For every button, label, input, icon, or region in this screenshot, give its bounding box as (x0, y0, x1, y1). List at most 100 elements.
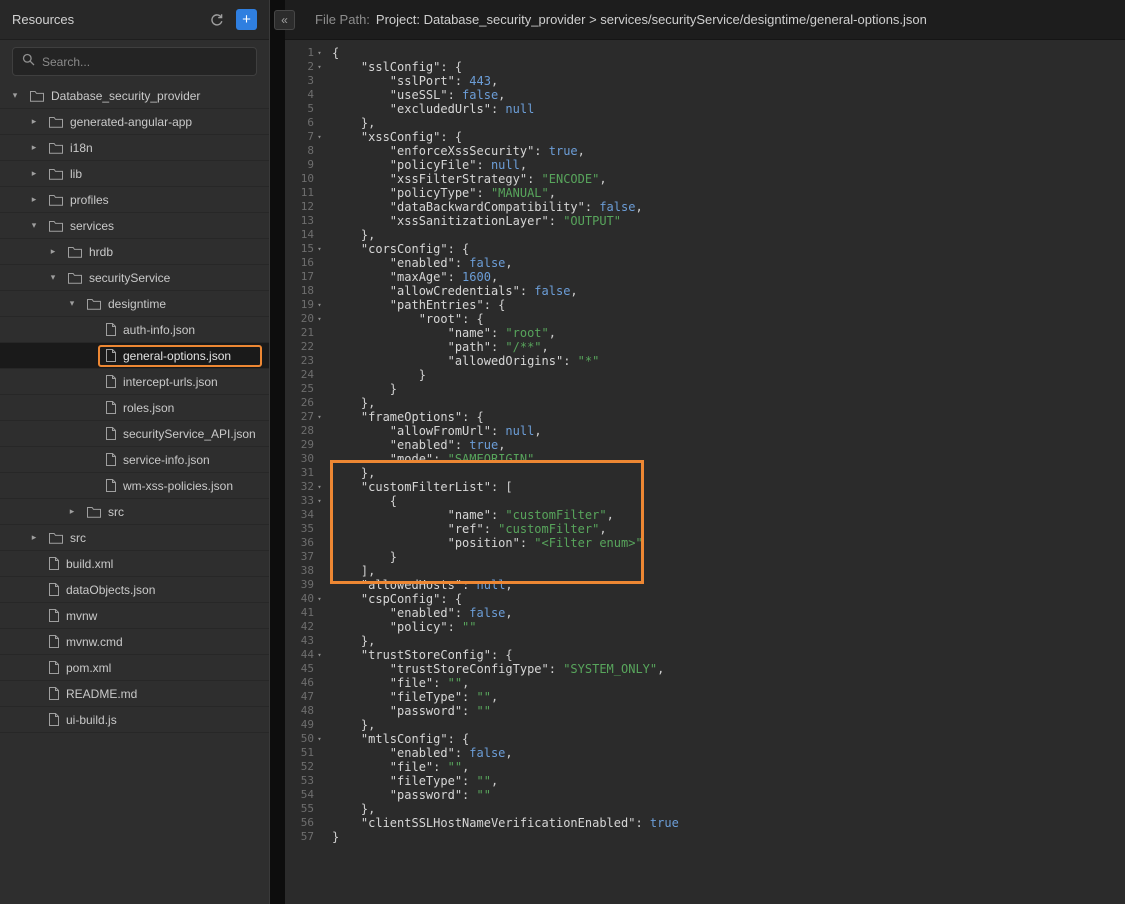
code-line[interactable]: }, (332, 718, 1125, 732)
code-line[interactable]: }, (332, 396, 1125, 410)
fold-toggle-icon[interactable]: ▾ (314, 410, 325, 424)
code-line[interactable]: "enabled": false, (332, 256, 1125, 270)
tree-file-intercept-urls-json[interactable]: intercept-urls.json (0, 369, 269, 395)
code-line[interactable]: "xssFilterStrategy": "ENCODE", (332, 172, 1125, 186)
code-line[interactable]: "sslPort": 443, (332, 74, 1125, 88)
code-line[interactable]: "file": "", (332, 676, 1125, 690)
code-line[interactable]: "password": "" (332, 704, 1125, 718)
tree-file-roles-json[interactable]: roles.json (0, 395, 269, 421)
code-line[interactable]: } (332, 382, 1125, 396)
code-line[interactable]: "allowFromUrl": null, (332, 424, 1125, 438)
tree-file-ui-build-js[interactable]: ui-build.js (0, 707, 269, 733)
caret-right-icon[interactable]: ▸ (27, 532, 41, 543)
code-line[interactable]: "file": "", (332, 760, 1125, 774)
fold-toggle-icon[interactable]: ▾ (314, 242, 325, 256)
tree-file-securityservice-api-json[interactable]: securityService_API.json (0, 421, 269, 447)
code-line[interactable]: "path": "/**", (332, 340, 1125, 354)
caret-right-icon[interactable]: ▸ (27, 194, 41, 205)
tree-file-general-options-json[interactable]: general-options.json (0, 343, 269, 369)
code-line[interactable]: }, (332, 802, 1125, 816)
code-line[interactable]: "trustStoreConfig": { (332, 648, 1125, 662)
code-line[interactable]: "allowCredentials": false, (332, 284, 1125, 298)
code-line[interactable]: "enabled": false, (332, 606, 1125, 620)
code-line[interactable]: }, (332, 116, 1125, 130)
caret-right-icon[interactable]: ▸ (46, 246, 60, 257)
code-line[interactable]: "clientSSLHostNameVerificationEnabled": … (332, 816, 1125, 830)
tree-folder-lib[interactable]: ▸lib (0, 161, 269, 187)
refresh-icon[interactable] (210, 13, 224, 27)
caret-down-icon[interactable]: ▾ (27, 220, 41, 231)
tree-file-auth-info-json[interactable]: auth-info.json (0, 317, 269, 343)
code-line[interactable]: } (332, 550, 1125, 564)
caret-right-icon[interactable]: ▸ (65, 506, 79, 517)
tree-folder-src[interactable]: ▸src (0, 525, 269, 551)
caret-right-icon[interactable]: ▸ (27, 168, 41, 179)
code-line[interactable]: "mtlsConfig": { (332, 732, 1125, 746)
code-line[interactable]: "cspConfig": { (332, 592, 1125, 606)
tree-folder-services[interactable]: ▾services (0, 213, 269, 239)
caret-right-icon[interactable]: ▸ (27, 116, 41, 127)
tree-file-dataobjects-json[interactable]: dataObjects.json (0, 577, 269, 603)
code-line[interactable]: "position": "<Filter enum>" (332, 536, 1125, 550)
code-line[interactable]: { (332, 46, 1125, 60)
fold-toggle-icon[interactable]: ▾ (314, 732, 325, 746)
caret-down-icon[interactable]: ▾ (8, 90, 22, 101)
code-line[interactable]: { (332, 494, 1125, 508)
code-content[interactable]: { "sslConfig": { "sslPort": 443, "useSSL… (326, 40, 1125, 904)
code-line[interactable]: "root": { (332, 312, 1125, 326)
tree-file-mvnw-cmd[interactable]: mvnw.cmd (0, 629, 269, 655)
tree-file-pom-xml[interactable]: pom.xml (0, 655, 269, 681)
tree-file-readme-md[interactable]: README.md (0, 681, 269, 707)
panel-divider[interactable] (270, 0, 285, 904)
code-line[interactable]: "name": "root", (332, 326, 1125, 340)
code-line[interactable]: "mode": "SAMEORIGIN" (332, 452, 1125, 466)
search-input[interactable] (42, 55, 247, 69)
add-resource-button[interactable]: + (236, 9, 257, 30)
code-line[interactable]: }, (332, 228, 1125, 242)
code-line[interactable]: "name": "customFilter", (332, 508, 1125, 522)
code-line[interactable]: "excludedUrls": null (332, 102, 1125, 116)
fold-toggle-icon[interactable]: ▾ (314, 60, 325, 74)
tree-folder-profiles[interactable]: ▸profiles (0, 187, 269, 213)
fold-toggle-icon[interactable]: ▾ (314, 592, 325, 606)
code-line[interactable]: "enforceXssSecurity": true, (332, 144, 1125, 158)
code-line[interactable]: "fileType": "", (332, 690, 1125, 704)
code-line[interactable]: "policyType": "MANUAL", (332, 186, 1125, 200)
tree-folder-securityservice[interactable]: ▾securityService (0, 265, 269, 291)
fold-toggle-icon[interactable]: ▾ (314, 298, 325, 312)
tree-folder-hrdb[interactable]: ▸hrdb (0, 239, 269, 265)
tree-folder-i18n[interactable]: ▸i18n (0, 135, 269, 161)
code-line[interactable]: "ref": "customFilter", (332, 522, 1125, 536)
code-line[interactable]: "fileType": "", (332, 774, 1125, 788)
fold-toggle-icon[interactable]: ▾ (314, 494, 325, 508)
code-line[interactable]: } (332, 830, 1125, 844)
fold-toggle-icon[interactable]: ▾ (314, 648, 325, 662)
code-line[interactable]: "xssSanitizationLayer": "OUTPUT" (332, 214, 1125, 228)
fold-toggle-icon[interactable]: ▾ (314, 312, 325, 326)
collapse-sidebar-button[interactable]: « (274, 10, 295, 30)
tree-folder-generated-angular-app[interactable]: ▸generated-angular-app (0, 109, 269, 135)
code-line[interactable]: }, (332, 466, 1125, 480)
tree-folder-src[interactable]: ▸src (0, 499, 269, 525)
caret-down-icon[interactable]: ▾ (65, 298, 79, 309)
tree-file-service-info-json[interactable]: service-info.json (0, 447, 269, 473)
code-line[interactable]: "customFilterList": [ (332, 480, 1125, 494)
tree-folder-designtime[interactable]: ▾designtime (0, 291, 269, 317)
code-line[interactable]: "trustStoreConfigType": "SYSTEM_ONLY", (332, 662, 1125, 676)
code-line[interactable]: ], (332, 564, 1125, 578)
code-line[interactable]: "allowedHosts": null, (332, 578, 1125, 592)
fold-toggle-icon[interactable]: ▾ (314, 46, 325, 60)
tree-file-build-xml[interactable]: build.xml (0, 551, 269, 577)
code-line[interactable]: "dataBackwardCompatibility": false, (332, 200, 1125, 214)
caret-down-icon[interactable]: ▾ (46, 272, 60, 283)
tree-file-mvnw[interactable]: mvnw (0, 603, 269, 629)
fold-toggle-icon[interactable]: ▾ (314, 130, 325, 144)
code-line[interactable]: "xssConfig": { (332, 130, 1125, 144)
code-line[interactable]: "allowedOrigins": "*" (332, 354, 1125, 368)
code-line[interactable]: "policy": "" (332, 620, 1125, 634)
code-line[interactable]: "frameOptions": { (332, 410, 1125, 424)
code-line[interactable]: "corsConfig": { (332, 242, 1125, 256)
code-line[interactable]: }, (332, 634, 1125, 648)
fold-toggle-icon[interactable]: ▾ (314, 480, 325, 494)
code-line[interactable]: "sslConfig": { (332, 60, 1125, 74)
